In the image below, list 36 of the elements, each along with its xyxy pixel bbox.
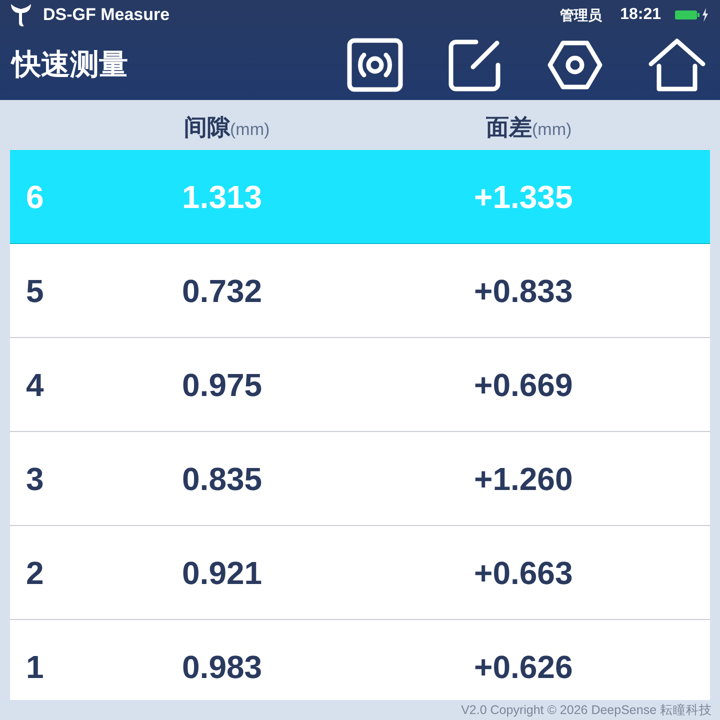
- flush-value: +0.833: [474, 273, 573, 309]
- settings-icon[interactable]: [547, 40, 603, 90]
- column-header: 间隙(mm): [184, 112, 270, 142]
- gap-value: 0.835: [182, 461, 262, 497]
- gap-value: 0.975: [182, 367, 262, 403]
- gap-value: 0.983: [182, 649, 262, 685]
- gap-value: 0.732: [182, 273, 262, 309]
- row-number: 4: [26, 367, 44, 403]
- row-number: 3: [26, 461, 44, 497]
- flush-value: +1.260: [474, 461, 573, 497]
- edit-icon[interactable]: [448, 38, 502, 92]
- table-row[interactable]: 4 0.975 +0.669: [10, 338, 710, 432]
- row-number: 1: [26, 649, 44, 685]
- column-header: 面差(mm): [486, 112, 572, 142]
- app-title: DS-GF Measure: [43, 5, 170, 25]
- page-title: 快速测量: [12, 48, 128, 83]
- table-row[interactable]: 1 0.983 +0.626: [10, 620, 710, 700]
- broadcast-icon[interactable]: [347, 38, 403, 92]
- flush-value: +0.669: [474, 367, 573, 403]
- flush-value: +1.335: [474, 179, 573, 215]
- user-label: 管理员: [560, 6, 602, 24]
- gap-value: 0.921: [182, 555, 262, 591]
- battery-charging-icon: [675, 8, 710, 22]
- table-row[interactable]: 2 0.921 +0.663: [10, 526, 710, 620]
- row-number: 6: [26, 179, 44, 215]
- home-icon[interactable]: [648, 38, 706, 92]
- table-row[interactable]: 3 0.835 +1.260: [10, 432, 710, 526]
- logo-icon: [10, 3, 32, 27]
- clock-time: 18:21: [620, 6, 661, 24]
- gap-value: 1.313: [182, 179, 262, 215]
- row-number: 2: [26, 555, 44, 591]
- flush-value: +0.626: [474, 649, 573, 685]
- flush-value: +0.663: [474, 555, 573, 591]
- table-row[interactable]: 5 0.732 +0.833: [10, 244, 710, 338]
- row-number: 5: [26, 273, 44, 309]
- copyright-text: V2.0 Copyright © 2026 DeepSense 耘瞳科技: [461, 703, 712, 717]
